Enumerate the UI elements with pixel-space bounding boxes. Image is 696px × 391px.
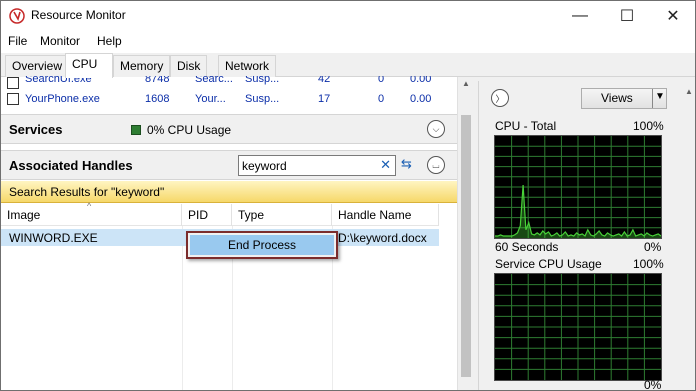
services-header[interactable]: Services 0% CPU Usage ⌵ xyxy=(1,114,457,144)
process-status: Susp... xyxy=(245,93,280,105)
services-cpu-usage: 0% CPU Usage xyxy=(147,123,232,137)
process-avg-cpu: 0.00 xyxy=(410,93,432,105)
process-status: Susp... xyxy=(245,76,280,85)
graph1-title: CPU - Total xyxy=(495,119,557,133)
graph1-footer-left: 60 Seconds xyxy=(495,240,559,254)
clear-search-icon[interactable]: ✕ xyxy=(380,157,391,173)
tab-memory[interactable]: Memory xyxy=(113,55,171,77)
graph1-max: 100% xyxy=(633,119,664,133)
search-results-bar: Search Results for "keyword" xyxy=(1,181,457,203)
process-avg-cpu: 0.00 xyxy=(410,76,432,85)
views-label: Views xyxy=(601,91,633,105)
handles-title: Associated Handles xyxy=(9,158,133,173)
resource-monitor-window: Resource Monitor — ☐ ✕ File Monitor Help… xyxy=(0,0,696,391)
chevron-down-icon: ⌵ xyxy=(432,123,440,134)
views-button[interactable]: Views ▼ xyxy=(581,88,667,109)
search-input[interactable] xyxy=(239,156,379,175)
process-cpu: 0 xyxy=(378,93,385,105)
tab-overview[interactable]: Overview xyxy=(5,55,70,77)
handles-header: Associated Handles ✕ ⇆ ⌴ xyxy=(1,150,457,180)
process-pid: 1608 xyxy=(145,93,170,105)
scrollbar-thumb[interactable] xyxy=(461,115,471,377)
process-cpu: 0 xyxy=(378,76,385,85)
process-threads: 42 xyxy=(318,76,331,85)
process-image: YourPhone.exe xyxy=(25,93,100,105)
handles-column-headers: Image ^ PID Type Handle Name xyxy=(1,201,439,226)
tab-disk[interactable]: Disk xyxy=(170,55,208,77)
column-header-pid[interactable]: PID xyxy=(182,204,232,226)
chevron-right-icon: 〉 xyxy=(495,93,505,104)
end-process-menu-item[interactable]: End Process xyxy=(190,235,334,255)
close-button[interactable]: ✕ xyxy=(650,1,695,31)
column-header-image[interactable]: Image xyxy=(1,204,182,226)
graphs-scrollbar[interactable]: ▲ xyxy=(682,81,695,390)
process-threads: 17 xyxy=(318,93,331,105)
services-title: Services xyxy=(9,122,63,137)
title-bar: Resource Monitor — ☐ ✕ xyxy=(1,1,695,31)
column-header-type[interactable]: Type xyxy=(232,204,332,226)
collapse-handles-button[interactable]: ⌴ xyxy=(427,156,445,174)
graphs-panel: 〉 Views ▼ CPU - Total 100% 60 Seconds 0%… xyxy=(478,81,695,391)
menu-help[interactable]: Help xyxy=(97,34,122,48)
graph2-title: Service CPU Usage xyxy=(495,257,602,271)
list-gutter xyxy=(439,226,457,390)
scroll-up-icon[interactable]: ▲ xyxy=(462,79,470,88)
menu-monitor[interactable]: Monitor xyxy=(40,34,80,48)
views-divider xyxy=(652,89,653,108)
refresh-search-icon[interactable]: ⇆ xyxy=(401,156,412,172)
handle-name: D:\keyword.docx xyxy=(338,231,427,245)
scroll-up-icon[interactable]: ▲ xyxy=(685,87,693,96)
tab-bar: Overview CPU Memory Disk Network xyxy=(1,53,695,78)
graph2-max: 100% xyxy=(633,257,664,271)
maximize-button[interactable]: ☐ xyxy=(604,1,650,31)
process-description: Searc... xyxy=(195,76,233,85)
collapse-graphs-button[interactable]: 〉 xyxy=(491,89,509,107)
search-results-label: Search Results for "keyword" xyxy=(9,185,165,199)
column-divider xyxy=(182,226,183,390)
cpu-usage-indicator-icon xyxy=(131,125,141,135)
dropdown-arrow-icon[interactable]: ▼ xyxy=(655,91,665,102)
process-checkbox[interactable] xyxy=(7,77,19,89)
menu-file[interactable]: File xyxy=(8,34,27,48)
list-item[interactable]: YourPhone.exe 1608 Your... Susp... 17 0 … xyxy=(7,92,447,107)
sort-ascending-icon: ^ xyxy=(87,201,92,211)
minimize-button[interactable]: — xyxy=(557,1,603,31)
context-menu: End Process xyxy=(186,231,338,259)
process-pid: 8748 xyxy=(145,76,170,85)
window-title: Resource Monitor xyxy=(31,8,126,22)
graph2-footer-right: 0% xyxy=(644,378,662,391)
expand-services-button[interactable]: ⌵ xyxy=(427,120,445,138)
cpu-total-graph xyxy=(494,135,662,239)
handle-image: WINWORD.EXE xyxy=(9,231,98,245)
tab-cpu[interactable]: CPU xyxy=(65,53,113,78)
resource-monitor-icon xyxy=(9,8,25,24)
service-cpu-graph xyxy=(494,273,662,381)
chevron-up-icon: ⌴ xyxy=(432,159,440,170)
graph1-footer-right: 0% xyxy=(644,240,662,254)
handle-search-box[interactable]: ✕ xyxy=(238,155,396,176)
column-header-handle-name[interactable]: Handle Name xyxy=(332,204,439,226)
service-cpu-graph-svg xyxy=(495,274,661,380)
menu-bar: File Monitor Help xyxy=(1,31,695,53)
cpu-total-graph-svg xyxy=(495,136,661,238)
process-checkbox[interactable] xyxy=(7,93,19,105)
tab-network[interactable]: Network xyxy=(218,55,277,77)
details-scrollbar[interactable]: ▲ xyxy=(457,77,474,390)
process-description: Your... xyxy=(195,93,226,105)
